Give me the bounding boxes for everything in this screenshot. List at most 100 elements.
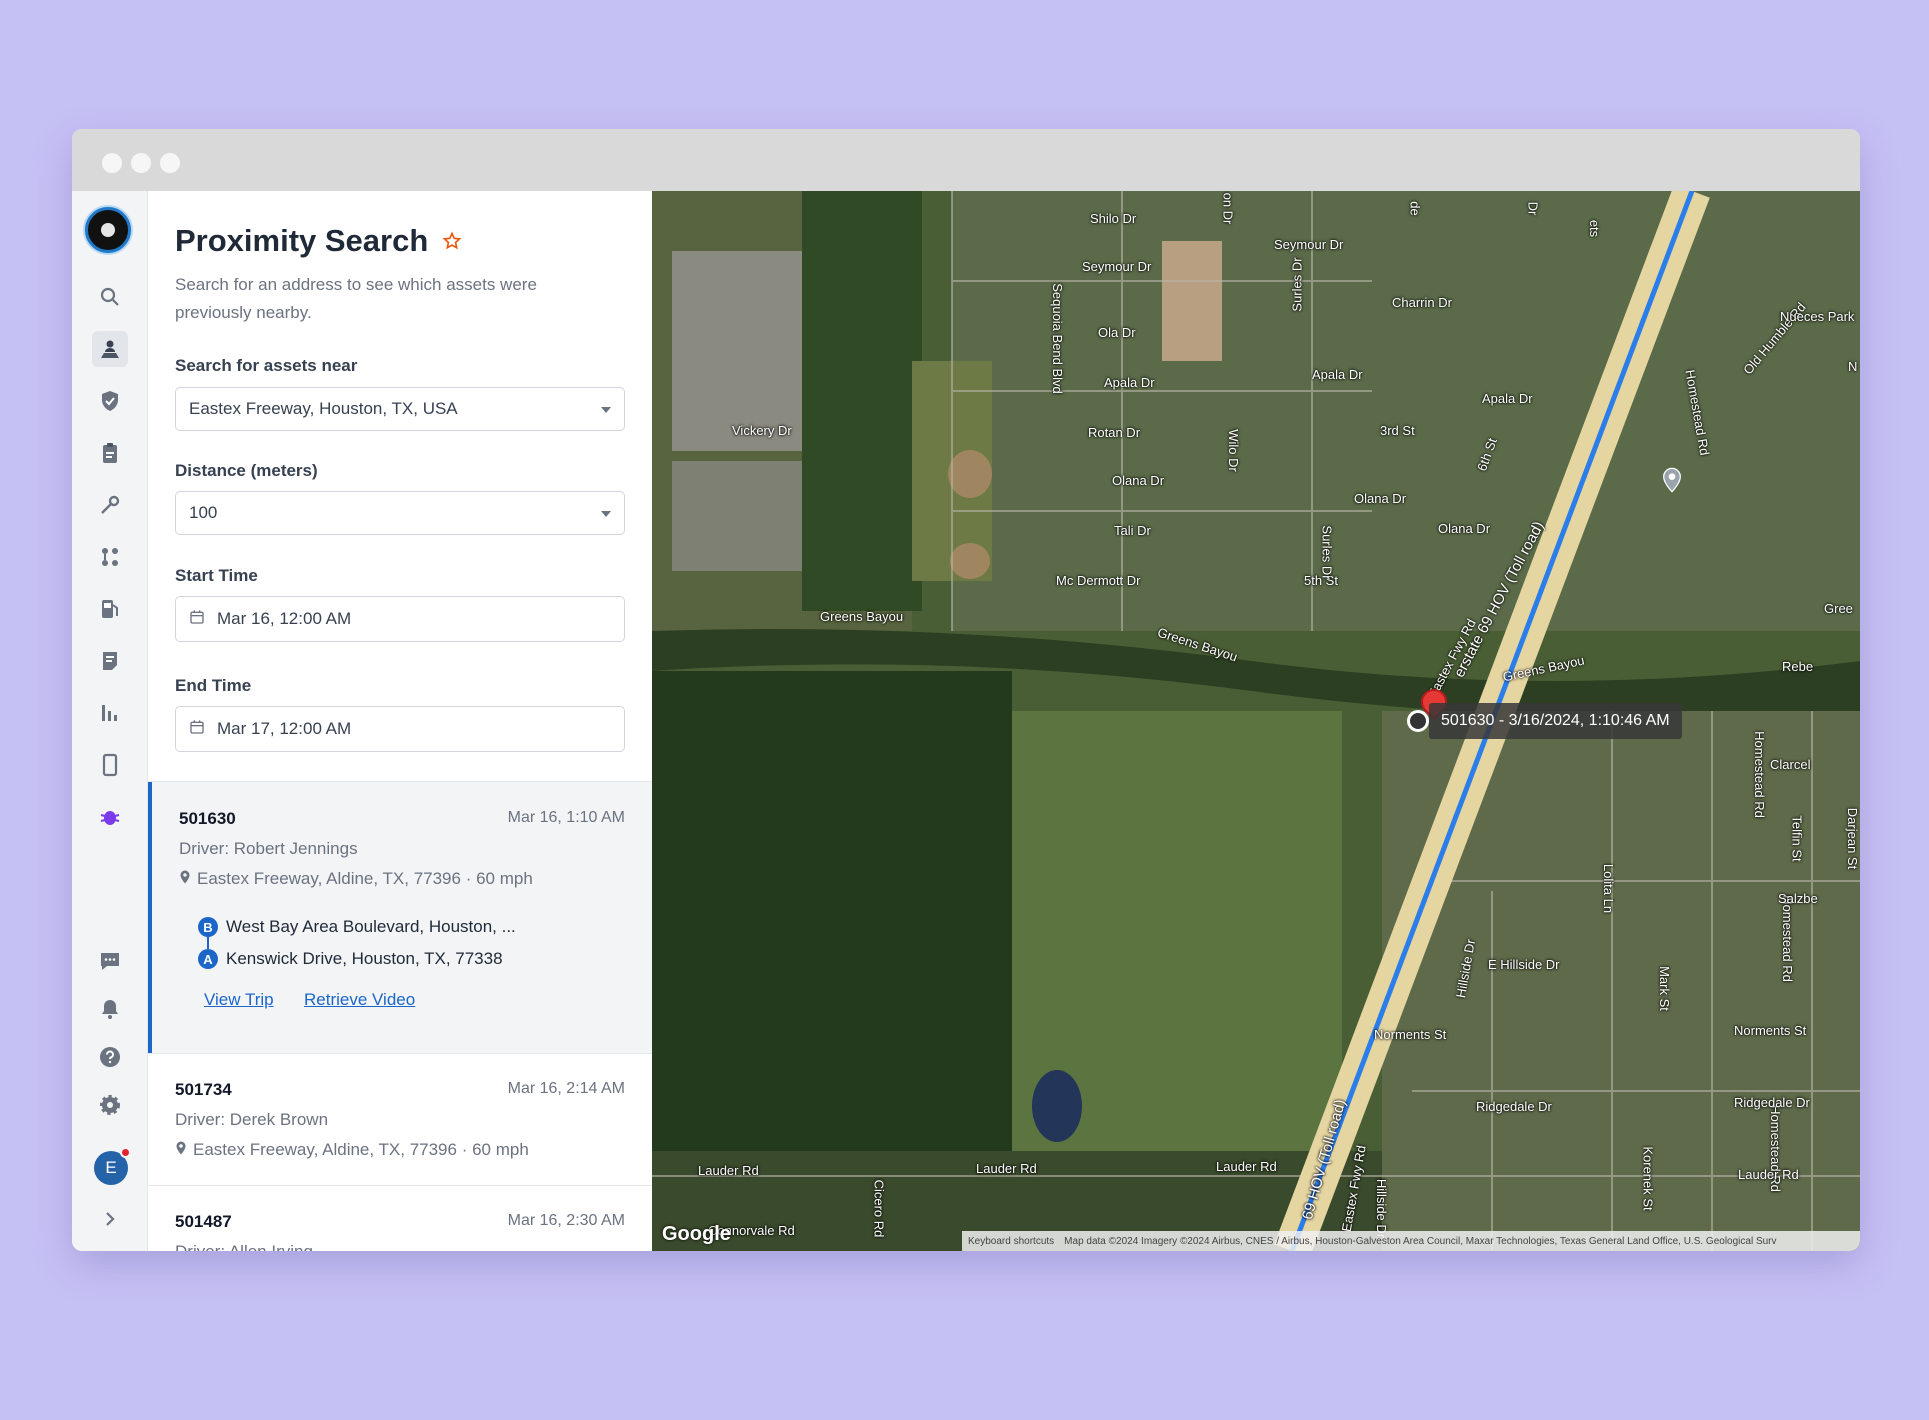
- nav-rail: E: [72, 191, 148, 1251]
- keyboard-shortcuts-link[interactable]: Keyboard shortcuts: [968, 1236, 1054, 1247]
- chat-icon[interactable]: [92, 943, 128, 979]
- reports-chart-icon[interactable]: [92, 695, 128, 731]
- map-street-label: Mc Dermott Dr: [1056, 573, 1141, 588]
- page-title: Proximity Search: [175, 223, 462, 259]
- device-icon[interactable]: [92, 747, 128, 783]
- proximity-search-icon[interactable]: [92, 331, 128, 367]
- map-street-label: Hillside Dr: [1374, 1178, 1390, 1239]
- map-street-label: Rotan Dr: [1088, 425, 1141, 440]
- view-trip-link[interactable]: View Trip: [204, 990, 274, 1010]
- result-asset-id: 501630: [179, 809, 236, 828]
- app-logo[interactable]: [85, 207, 131, 253]
- map-street-label: Olana Dr: [1354, 491, 1407, 506]
- bug-icon[interactable]: [92, 799, 128, 835]
- map-water-label: Greens Bayou: [820, 609, 904, 624]
- map-street-label: 3rd St: [1380, 423, 1415, 438]
- calendar-icon: [189, 719, 205, 740]
- help-icon[interactable]: [92, 1039, 128, 1075]
- search-icon[interactable]: [92, 279, 128, 315]
- map-street-label: Olana Dr: [1112, 473, 1165, 488]
- favorite-star-icon[interactable]: [442, 231, 462, 251]
- trip-stop-b: B West Bay Area Boulevard, Houston, ...: [198, 917, 516, 937]
- gear-icon[interactable]: [92, 1087, 128, 1123]
- result-driver: Driver: Robert Jennings: [179, 839, 358, 858]
- result-location-text: Eastex Freeway, Aldine, TX, 77396 · 60 m…: [193, 1140, 529, 1159]
- map-street-label: Charrin Dr: [1392, 295, 1452, 310]
- map-street-label: N: [1848, 359, 1858, 374]
- map-water-label: Gree: [1824, 601, 1853, 616]
- result-driver: Driver: Derek Brown: [175, 1110, 329, 1129]
- window-close-dot[interactable]: [102, 153, 122, 173]
- page-subtitle: Search for an address to see which asset…: [175, 275, 537, 322]
- bell-icon[interactable]: [92, 991, 128, 1027]
- map-street-label: Vickery Dr: [732, 423, 792, 438]
- map-street-label: Surles Dr: [1289, 257, 1305, 312]
- satellite-map[interactable]: Shilo Dr Seymour Dr Seymour Dr Ola Dr Ap…: [652, 191, 1860, 1251]
- clipboard-icon[interactable]: [92, 435, 128, 471]
- map-street-label: Mark St: [1656, 966, 1672, 1011]
- map-street-label: Olana Dr: [1438, 521, 1491, 536]
- map-street-label: Clarcel: [1770, 757, 1811, 772]
- window-titlebar: [72, 129, 1860, 191]
- map-street-label: Lauder Rd: [976, 1161, 1037, 1176]
- window-minimize-dot[interactable]: [131, 153, 151, 173]
- map-street-label: E Hillside Dr: [1488, 957, 1560, 972]
- notification-dot: [120, 1147, 131, 1158]
- address-search-select[interactable]: Eastex Freeway, Houston, TX, USA: [175, 387, 625, 431]
- page-title-text: Proximity Search: [175, 223, 429, 258]
- result-time: Mar 16, 2:14 AM: [507, 1080, 625, 1097]
- map-street-label: Norments St: [1734, 1023, 1807, 1038]
- google-logo: Google: [662, 1223, 731, 1245]
- result-asset-id: 501734: [175, 1080, 232, 1099]
- map-street-label: Rebe: [1782, 659, 1814, 674]
- chevron-right-icon[interactable]: [92, 1201, 128, 1237]
- stop-b-address: West Bay Area Boulevard, Houston, ...: [226, 917, 516, 936]
- map-street-label: Surles Dr: [1319, 525, 1335, 580]
- result-location: Eastex Freeway, Aldine, TX, 77396 · 60 m…: [175, 1140, 529, 1160]
- map-street-label: Cicero Rd: [871, 1179, 887, 1238]
- retrieve-video-link[interactable]: Retrieve Video: [304, 990, 415, 1010]
- map-street-label: Wilo Dr: [1225, 429, 1241, 472]
- result-asset-id: 501487: [175, 1212, 232, 1231]
- map-street-label: ets: [1587, 219, 1603, 238]
- map-street-label: Lauder Rd: [1738, 1167, 1799, 1182]
- start-time-input[interactable]: Mar 16, 12:00 AM: [175, 596, 625, 642]
- map-street-label: Seymour Dr: [1274, 237, 1344, 252]
- result-location-text: Eastex Freeway, Aldine, TX, 77396 · 60 m…: [197, 869, 533, 888]
- map-data-credit: Map data ©2024 Imagery ©2024 Airbus, CNE…: [1064, 1235, 1777, 1247]
- map-street-label: on Dr: [1220, 192, 1236, 225]
- map-street-label: Homestead Rd: [1779, 895, 1795, 982]
- routes-icon[interactable]: [92, 539, 128, 575]
- trip-connector: [207, 937, 209, 949]
- map-street-label: Seymour Dr: [1082, 259, 1152, 274]
- map-street-label: Ridgedale Dr: [1734, 1095, 1810, 1110]
- calendar-icon: [189, 609, 205, 630]
- start-time-label: Start Time: [175, 566, 258, 585]
- start-time-value: Mar 16, 12:00 AM: [217, 609, 352, 628]
- end-time-input[interactable]: Mar 17, 12:00 AM: [175, 706, 625, 752]
- wrench-icon[interactable]: [92, 487, 128, 523]
- distance-select[interactable]: 100: [175, 491, 625, 535]
- document-icon[interactable]: [92, 643, 128, 679]
- map-street-label: Sequoia Bend Blvd: [1049, 283, 1065, 394]
- result-item[interactable]: 501630 Mar 16, 1:10 AM Driver: Robert Je…: [148, 781, 652, 1053]
- map-street-label: Homestead Rd: [1751, 731, 1767, 818]
- stop-b-marker: B: [198, 917, 218, 937]
- window-maximize-dot[interactable]: [160, 153, 180, 173]
- fuel-icon[interactable]: [92, 591, 128, 627]
- map-street-label: Shilo Dr: [1090, 211, 1137, 226]
- result-location: Eastex Freeway, Aldine, TX, 77396 · 60 m…: [179, 869, 533, 889]
- result-item[interactable]: 501734 Mar 16, 2:14 AM Driver: Derek Bro…: [148, 1053, 652, 1185]
- browser-window: E Proximity Search Search for an address…: [72, 129, 1860, 1251]
- selected-point-marker[interactable]: [1407, 710, 1429, 732]
- location-pin-icon: [175, 1140, 187, 1160]
- location-pin-icon: [179, 869, 191, 889]
- shield-icon[interactable]: [92, 383, 128, 419]
- map-tooltip: 501630 - 3/16/2024, 1:10:46 AM: [1429, 703, 1682, 739]
- map-place-pin-icon[interactable]: [1662, 467, 1682, 493]
- end-time-value: Mar 17, 12:00 AM: [217, 719, 352, 738]
- address-search-value: Eastex Freeway, Houston, TX, USA: [189, 399, 458, 418]
- map-street-label: Norments St: [1374, 1027, 1447, 1042]
- result-item[interactable]: 501487 Mar 16, 2:30 AM Driver: Allen Irv…: [148, 1185, 652, 1251]
- map-street-label: Apala Dr: [1482, 391, 1533, 406]
